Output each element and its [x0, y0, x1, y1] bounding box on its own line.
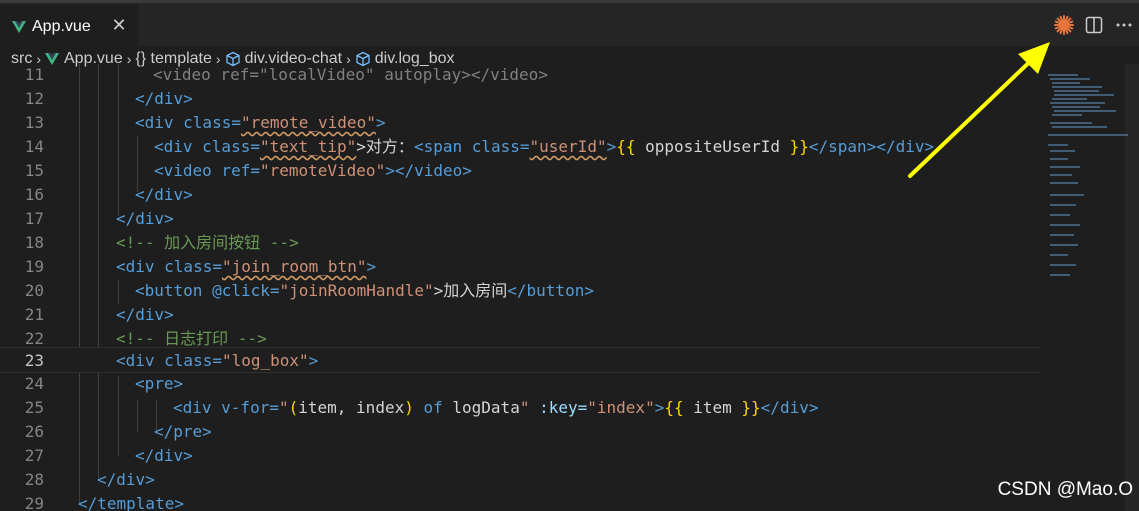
- annotation-arrow: [908, 42, 1050, 178]
- code-line-current: 23 <div class="log_box">: [0, 347, 1040, 373]
- tab-title: App.vue: [32, 18, 91, 35]
- code-line: 26 </pre>: [24, 422, 212, 441]
- split-editor-icon[interactable]: [1079, 11, 1109, 39]
- code-line: 20 <button @click="joinRoomHandle">加入房间</…: [24, 281, 594, 300]
- code-line: 29 </template>: [24, 494, 184, 511]
- code-line: 27 </div>: [24, 446, 193, 465]
- code-line: 24 <pre>: [24, 374, 184, 393]
- more-actions-icon[interactable]: [1109, 11, 1139, 39]
- code-line: 14 <div class="text_tip">对方：<span class="…: [24, 137, 935, 156]
- code-line: 21 </div>: [24, 305, 174, 324]
- code-line: 19 <div class="join_room_btn">: [24, 257, 377, 276]
- code-line: 28 </div>: [24, 470, 155, 489]
- code-line: 16 </div>: [24, 185, 193, 204]
- code-line: 13 <div class="remote_video">: [24, 113, 386, 132]
- editor-actions: [1049, 11, 1139, 39]
- code-line: 18 <!-- 加入房间按钮 -->: [24, 233, 299, 252]
- vertical-scrollbar[interactable]: [1125, 64, 1139, 511]
- code-line: 15 <video ref="remoteVideo"></video>: [24, 161, 472, 180]
- code-line: 12 </div>: [24, 89, 193, 108]
- tab-app-vue[interactable]: App.vue ✕: [0, 5, 138, 49]
- watermark: CSDN @Mao.O: [997, 479, 1133, 500]
- code-line: 25 <div v-for="(item, index) of logData" …: [24, 398, 819, 417]
- code-line: 11 <video ref="localVideo" autoplay></vid…: [24, 65, 548, 84]
- code-line: 17 </div>: [24, 209, 174, 228]
- close-icon[interactable]: ✕: [108, 15, 130, 37]
- vue-file-icon: [12, 21, 26, 33]
- code-editor[interactable]: 11 <video ref="localVideo" autoplay></vid…: [0, 64, 1040, 511]
